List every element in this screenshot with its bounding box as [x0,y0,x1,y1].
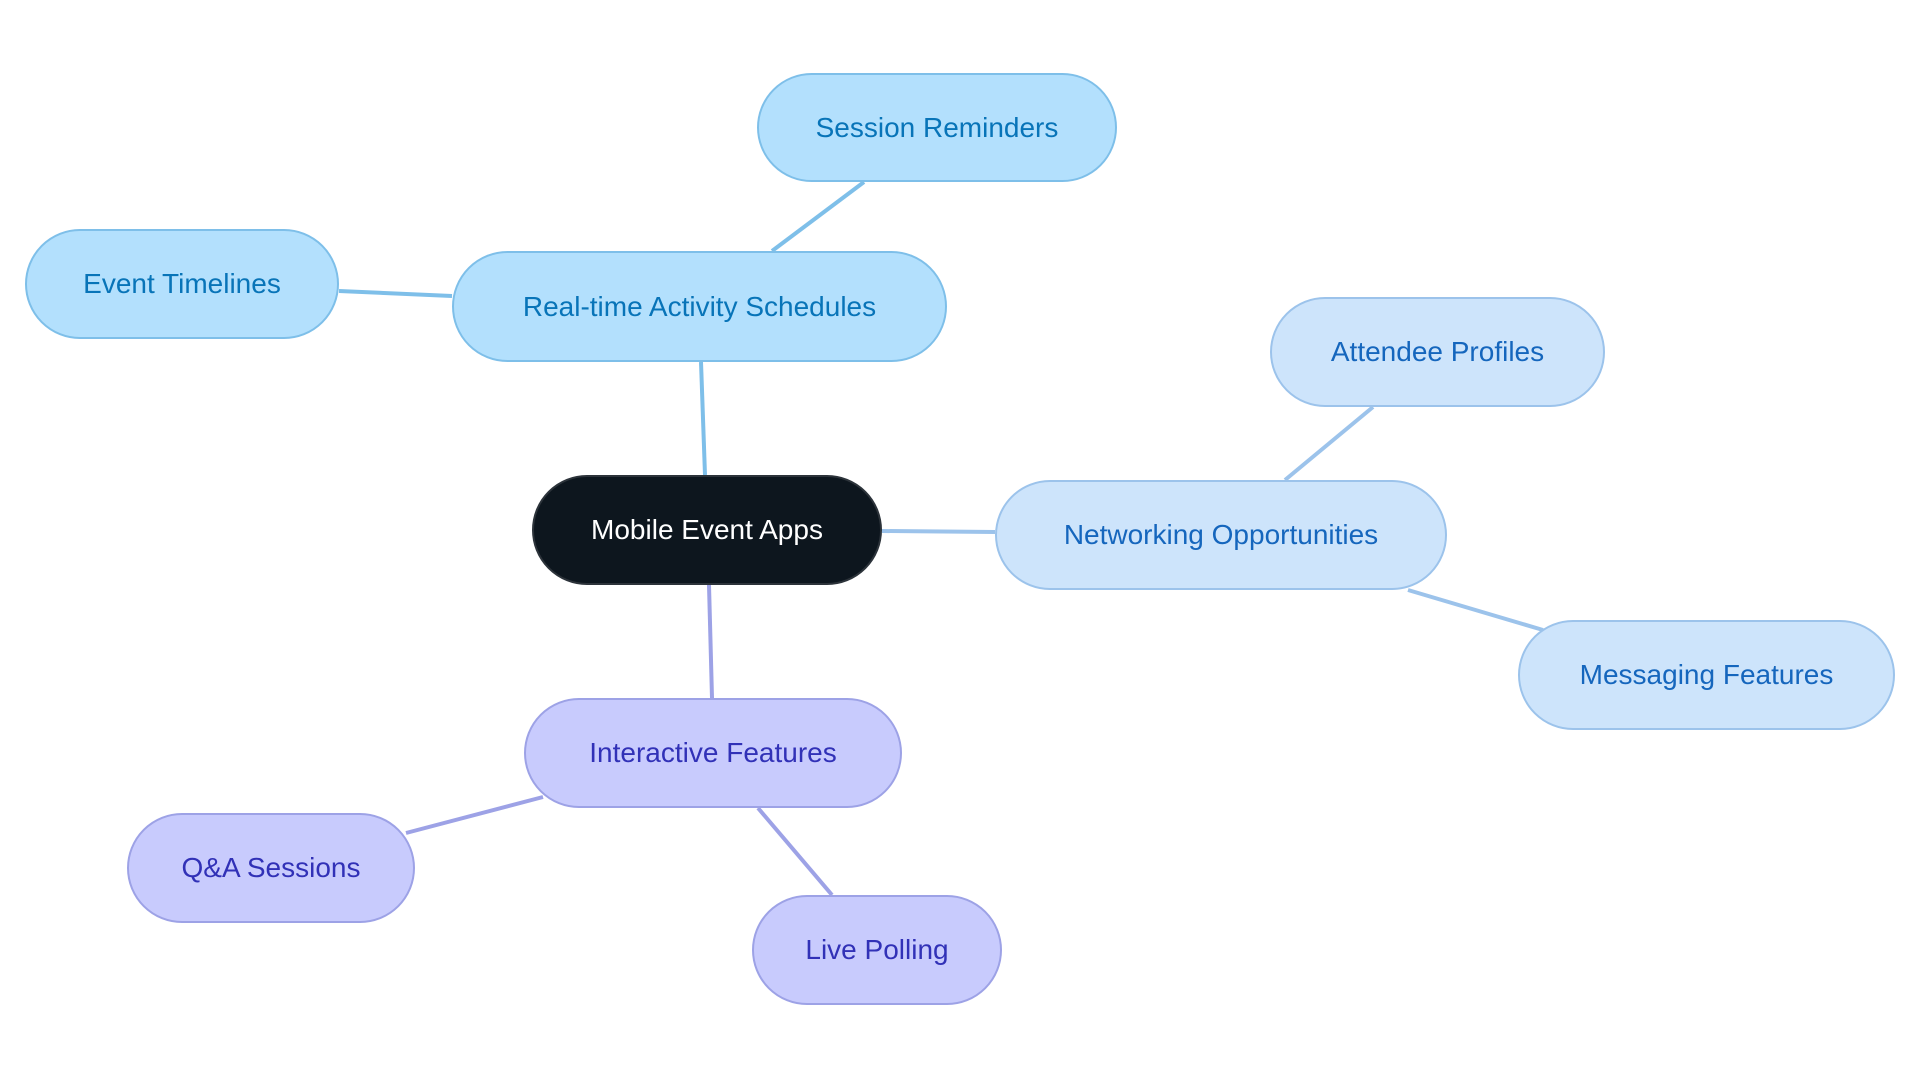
edge-interactive-qa [405,795,544,835]
node-label: Messaging Features [1579,659,1834,690]
edge-interactive-polling [756,806,834,897]
node-event-timelines[interactable]: Event Timelines [25,229,339,339]
node-attendee-profiles[interactable]: Attendee Profiles [1270,297,1605,407]
edge-realtime-session [770,180,866,253]
edge-networking-messaging [1407,588,1544,632]
node-qa-sessions[interactable]: Q&A Sessions [127,813,415,923]
edge-realtime-timelines [338,289,453,298]
edge-root-realtime [699,361,707,476]
node-label: Mobile Event Apps [591,514,823,545]
node-live-polling[interactable]: Live Polling [752,895,1002,1005]
node-interactive-features[interactable]: Interactive Features [524,698,902,808]
node-label: Interactive Features [589,737,837,768]
node-label: Live Polling [805,934,949,965]
node-label: Attendee Profiles [1330,336,1545,367]
node-label: Q&A Sessions [181,852,361,883]
node-label: Event Timelines [83,268,281,299]
node-networking-opportunities[interactable]: Networking Opportunities [995,480,1447,590]
edge-root-networking [881,529,996,534]
node-label: Networking Opportunities [1063,519,1379,550]
node-real-time-activity-schedules[interactable]: Real-time Activity Schedules [452,251,947,362]
edge-root-interactive [707,584,714,699]
node-label: Real-time Activity Schedules [522,290,877,322]
edge-networking-attendee [1283,405,1375,482]
node-session-reminders[interactable]: Session Reminders [757,73,1117,182]
node-messaging-features[interactable]: Messaging Features [1518,620,1895,730]
node-label: Session Reminders [815,111,1059,143]
node-mobile-event-apps[interactable]: Mobile Event Apps [532,475,882,585]
